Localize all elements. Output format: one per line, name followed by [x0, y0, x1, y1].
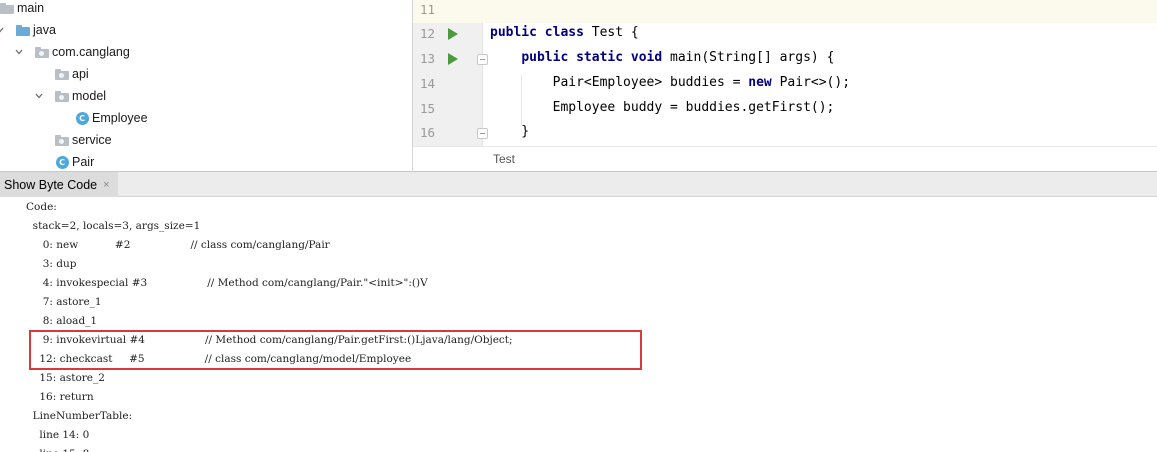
line-number: 16 [419, 125, 435, 140]
bytecode-line: 16: return [26, 391, 94, 403]
tree-item-model[interactable]: model [0, 85, 412, 107]
code-token: Pair<Employee> buddies = [490, 75, 749, 90]
code-token: } [490, 124, 530, 139]
tree-item-label: Employee [92, 111, 148, 125]
line-number: 14 [419, 76, 435, 91]
code-token: Test { [591, 25, 639, 40]
tab-label: Show Byte Code [4, 177, 98, 192]
code-text: Employee buddy = buddies.getFirst(); [490, 100, 835, 115]
code-token: main(String[] args) { [670, 50, 835, 65]
code-keyword: public class [490, 25, 592, 40]
package-icon [55, 134, 69, 146]
fold-toggle-icon[interactable] [477, 128, 488, 139]
indent-guide [521, 75, 522, 125]
bytecode-line: 4: invokespecial #3 // Method com/cangla… [26, 277, 428, 289]
bytecode-line: 12: checkcast #5 // class com/canglang/m… [26, 353, 412, 365]
bytecode-line: line 14: 0 [26, 429, 90, 441]
bytecode-line: 7: astore_1 [26, 296, 102, 308]
fold-toggle-icon[interactable] [477, 54, 488, 65]
bytecode-line: 9: invokevirtual #4 // Method com/cangla… [26, 334, 513, 346]
tool-window-header: Show Byte Code × [0, 171, 1157, 197]
bytecode-line: line 15: 8 [26, 448, 89, 452]
tree-item-label: com.canglang [52, 45, 130, 59]
package-icon [55, 90, 69, 102]
class-icon: C [75, 111, 89, 125]
chevron-down-icon[interactable] [0, 24, 6, 36]
tree-item-service[interactable]: service [0, 129, 412, 151]
package-icon [55, 68, 69, 80]
package-icon [35, 46, 49, 58]
code-line[interactable]: 13 public static void main(String[] args… [413, 47, 1157, 72]
tree-item-label: service [72, 133, 112, 147]
class-icon-letter: C [75, 111, 89, 125]
code-line[interactable]: 16 } [413, 121, 1157, 146]
project-tree: main java com.canglang api model C Employee ser… [0, 0, 412, 171]
code-text: public static void main(String[] args) { [490, 50, 834, 65]
code-line[interactable]: 12 public class Test { [413, 22, 1157, 47]
bytecode-line: 8: aload_1 [26, 315, 98, 327]
tree-item-com-canglang[interactable]: com.canglang [0, 41, 412, 63]
code-keyword: public static void [521, 50, 671, 65]
code-token: Employee buddy = buddies.getFirst(); [490, 100, 835, 115]
bytecode-panel[interactable]: Code: stack=2, locals=3, args_size=1 0: … [0, 197, 1157, 452]
tree-item-label: Pair [72, 155, 95, 169]
tree-item-employee[interactable]: C Employee [0, 107, 412, 129]
code-line[interactable]: 15 Employee buddy = buddies.getFirst(); [413, 97, 1157, 122]
code-keyword: new [748, 75, 780, 90]
bytecode-line: 15: astore_2 [26, 372, 105, 384]
tree-item-pair[interactable]: C Pair [0, 151, 412, 171]
line-number: 15 [419, 101, 435, 116]
tree-item-label: api [72, 67, 89, 81]
tab-show-byte-code[interactable]: Show Byte Code × [0, 172, 118, 197]
run-gutter-icon[interactable] [448, 53, 458, 65]
folder-icon [0, 2, 14, 14]
tree-item-api[interactable]: api [0, 63, 412, 85]
bytecode-line: stack=2, locals=3, args_size=1 [26, 220, 201, 232]
source-folder-icon [16, 24, 30, 36]
code-token: Pair<>(); [779, 75, 851, 90]
close-icon[interactable]: × [103, 179, 109, 191]
class-icon-letter: C [55, 155, 69, 169]
tree-item-label: model [72, 89, 107, 103]
bytecode-line: LineNumberTable: [26, 410, 133, 422]
chevron-down-icon[interactable] [33, 90, 45, 102]
class-icon: C [55, 155, 69, 169]
tree-item-label: java [33, 23, 56, 37]
tree-item-java[interactable]: java [0, 19, 412, 41]
line-number: 11 [419, 2, 435, 17]
tree-item-main[interactable]: main [0, 0, 412, 19]
bytecode-line: Code: [26, 201, 57, 213]
code-editor[interactable]: 11 12 public class Test { 13 public static … [412, 0, 1157, 171]
code-text: } [490, 124, 529, 139]
code-line[interactable]: 14 Pair<Employee> buddies = new Pair<>()… [413, 72, 1157, 97]
code-text: Pair<Employee> buddies = new Pair<>(); [490, 75, 850, 90]
line-number: 13 [419, 51, 435, 66]
bytecode-line: 3: dup [26, 258, 77, 270]
bytecode-line: 0: new #2 // class com/canglang/Pair [26, 239, 330, 251]
code-line[interactable]: 11 [413, 0, 1157, 23]
chevron-down-icon[interactable] [13, 46, 25, 58]
tree-item-label: main [17, 1, 45, 15]
breadcrumb-item-test[interactable]: Test [493, 152, 515, 166]
editor-breadcrumb: Test [413, 146, 1157, 171]
run-gutter-icon[interactable] [448, 28, 458, 40]
code-text: public class Test { [490, 25, 639, 40]
line-number: 12 [419, 26, 435, 41]
